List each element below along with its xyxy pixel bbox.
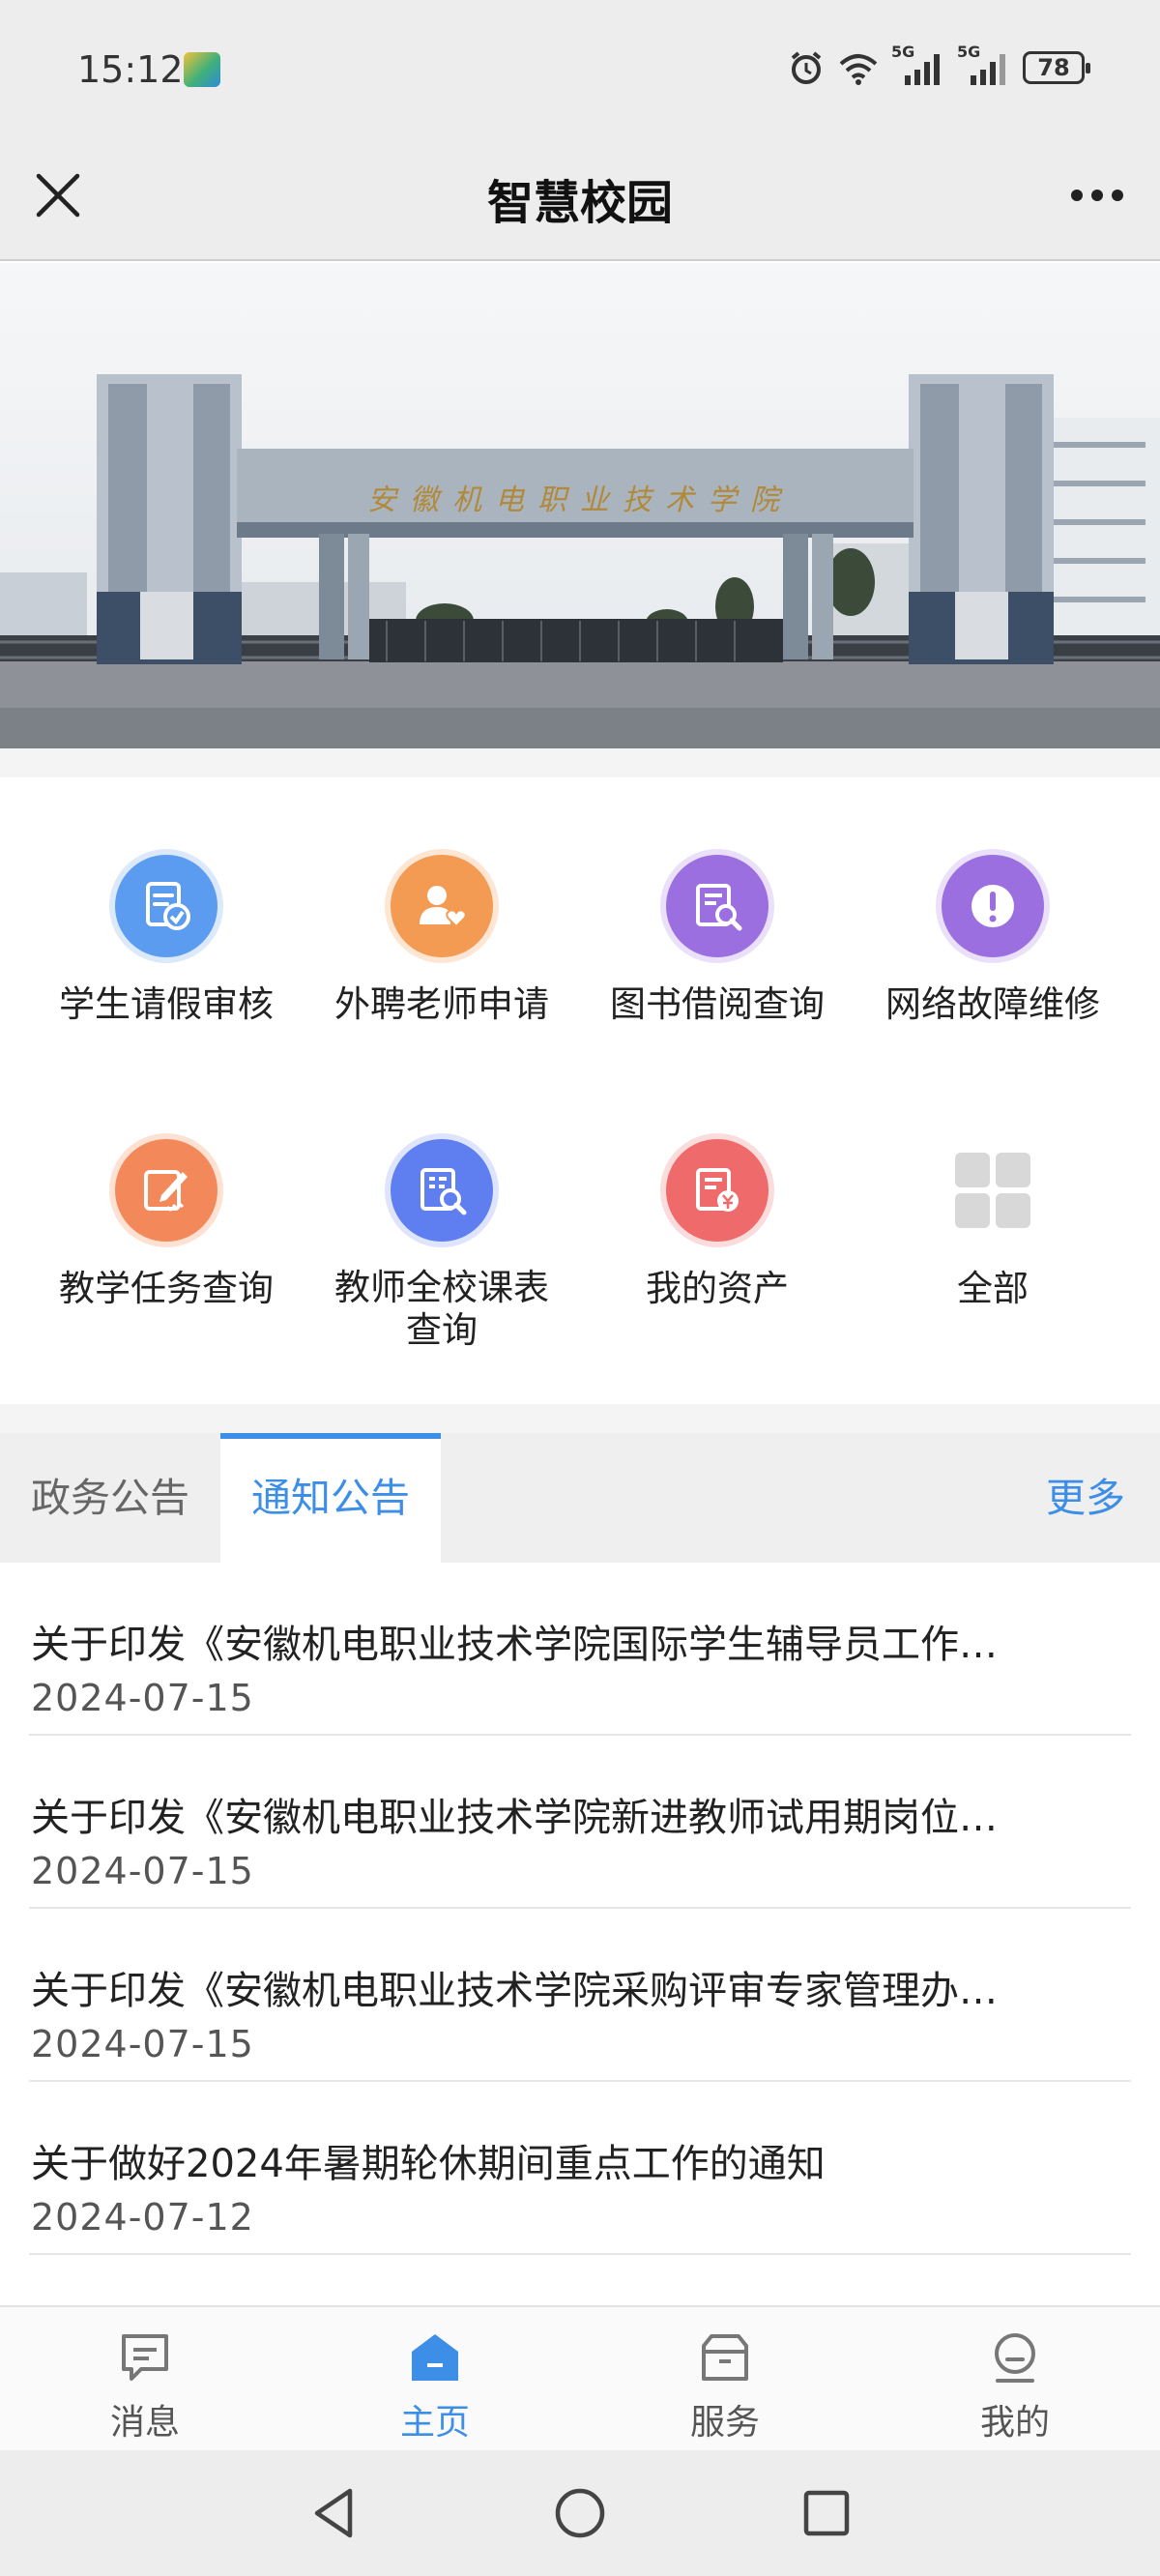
back-icon[interactable] <box>302 2479 369 2547</box>
app-label-line1: 教师全校课表 <box>334 1267 549 1308</box>
list-item[interactable]: 关于印发《安徽机电职业技术学院采购评审专家管理办… 2024-07-15 <box>29 1909 1131 2082</box>
status-bar: 15:12 5G 5G 78 <box>0 0 1160 145</box>
app-label: 学生请假审核 <box>59 983 274 1025</box>
tab-label: 主页 <box>399 2403 470 2443</box>
alarm-icon <box>791 51 822 84</box>
alert-icon <box>942 855 1044 957</box>
signal-1: 5G <box>891 43 945 87</box>
app-label: 教师全校课表 查询 <box>297 1267 587 1352</box>
status-time: 15:12 <box>77 48 184 91</box>
more-link[interactable]: 更多 <box>1046 1433 1125 1563</box>
message-icon <box>122 2334 168 2381</box>
section-divider <box>0 1404 1160 1433</box>
list-item[interactable]: 关于做好2024年暑期轮休期间重点工作的通知 2024-07-12 <box>29 2082 1131 2255</box>
book-search-icon <box>666 855 768 957</box>
schedule-search-icon <box>391 1139 493 1242</box>
announcement-date: 2024-07-15 <box>31 2023 254 2065</box>
app-grid: 学生请假审核 外聘老师申请 图书借阅查询 网络故障维修 教学任务查询 教师全校课… <box>0 777 1160 1404</box>
announcement-title: 关于印发《安徽机电职业技术学院采购评审专家管理办… <box>31 1969 998 2013</box>
tab-messages[interactable]: 消息 <box>0 2307 290 2452</box>
app-label: 全部 <box>957 1268 1029 1309</box>
asset-icon <box>666 1139 768 1242</box>
tab-home[interactable]: 主页 <box>290 2307 580 2452</box>
gate-inscription: 安徽机电职业技术学院 <box>367 483 793 517</box>
tab-mine[interactable]: 我的 <box>870 2307 1160 2452</box>
app-label: 网络故障维修 <box>885 983 1100 1025</box>
tab-services[interactable]: 服务 <box>580 2307 870 2452</box>
signal-bars-icon <box>971 54 1005 85</box>
system-navigation-bar <box>0 2450 1160 2576</box>
app-label-line2: 查询 <box>406 1309 478 1351</box>
bottom-tab-bar: 消息 主页 服务 我的 <box>0 2305 1160 2450</box>
tab-label: 我的 <box>979 2403 1050 2443</box>
app-label: 教学任务查询 <box>59 1268 274 1309</box>
announcement-title: 关于印发《安徽机电职业技术学院新进教师试用期岗位… <box>31 1796 998 1840</box>
task-edit-icon <box>115 1139 218 1242</box>
home-icon <box>412 2334 458 2381</box>
app-teacher-apply[interactable]: 外聘老师申请 <box>297 855 587 1027</box>
announcement-title: 关于做好2024年暑期轮休期间重点工作的通知 <box>31 2142 826 2186</box>
section-divider <box>0 748 1160 777</box>
announcement-title: 关于印发《安徽机电职业技术学院国际学生辅导员工作… <box>31 1623 998 1667</box>
teacher-apply-icon <box>391 855 493 957</box>
services-icon <box>702 2334 748 2381</box>
app-label: 图书借阅查询 <box>610 983 825 1025</box>
more-options-icon[interactable] <box>1063 166 1131 224</box>
app-notification-icon <box>184 52 220 87</box>
grid-icon <box>942 1139 1044 1242</box>
profile-icon <box>995 2333 1035 2383</box>
announcement-date: 2024-07-15 <box>31 1850 254 1892</box>
app-network-repair[interactable]: 网络故障维修 <box>848 855 1138 1027</box>
app-teacher-schedule[interactable]: 教师全校课表 查询 <box>297 1139 587 1352</box>
announcement-tabs: 政务公告 通知公告 更多 <box>0 1433 1160 1563</box>
announcement-date: 2024-07-12 <box>31 2196 254 2239</box>
app-my-assets[interactable]: 我的资产 <box>572 1139 862 1311</box>
status-indicators: 5G 5G 78 <box>787 43 1090 87</box>
app-teaching-task[interactable]: 教学任务查询 <box>21 1139 311 1311</box>
app-all[interactable]: 全部 <box>848 1139 1138 1311</box>
wifi-icon <box>839 54 878 85</box>
tab-gov-announcements[interactable]: 政务公告 <box>0 1433 220 1563</box>
signal-bars-icon <box>905 54 940 85</box>
app-book-search[interactable]: 图书借阅查询 <box>572 855 862 1027</box>
signal-2: 5G <box>957 43 1011 87</box>
tab-label: 服务 <box>689 2403 760 2443</box>
battery-indicator: 78 <box>1023 51 1090 84</box>
title-bar: 智慧校园 <box>0 145 1160 261</box>
page-title: 智慧校园 <box>486 176 673 230</box>
recent-apps-icon[interactable] <box>793 2479 860 2547</box>
app-leave-approval[interactable]: 学生请假审核 <box>21 855 311 1027</box>
list-item[interactable]: 关于印发《安徽机电职业技术学院国际学生辅导员工作… 2024-07-15 <box>29 1563 1131 1736</box>
announcement-list: 关于印发《安徽机电职业技术学院国际学生辅导员工作… 2024-07-15 关于印… <box>0 1563 1160 2255</box>
leave-approval-icon <box>115 855 218 957</box>
app-label: 我的资产 <box>646 1268 789 1309</box>
campus-banner[interactable]: 安徽机电职业技术学院 <box>0 263 1160 748</box>
tab-notice-announcements[interactable]: 通知公告 <box>220 1433 441 1563</box>
announcement-date: 2024-07-15 <box>31 1677 254 1719</box>
app-label: 外聘老师申请 <box>334 983 549 1025</box>
home-circle-icon[interactable] <box>546 2479 614 2547</box>
list-item[interactable]: 关于印发《安徽机电职业技术学院新进教师试用期岗位… 2024-07-15 <box>29 1736 1131 1909</box>
tab-label: 消息 <box>109 2403 180 2443</box>
